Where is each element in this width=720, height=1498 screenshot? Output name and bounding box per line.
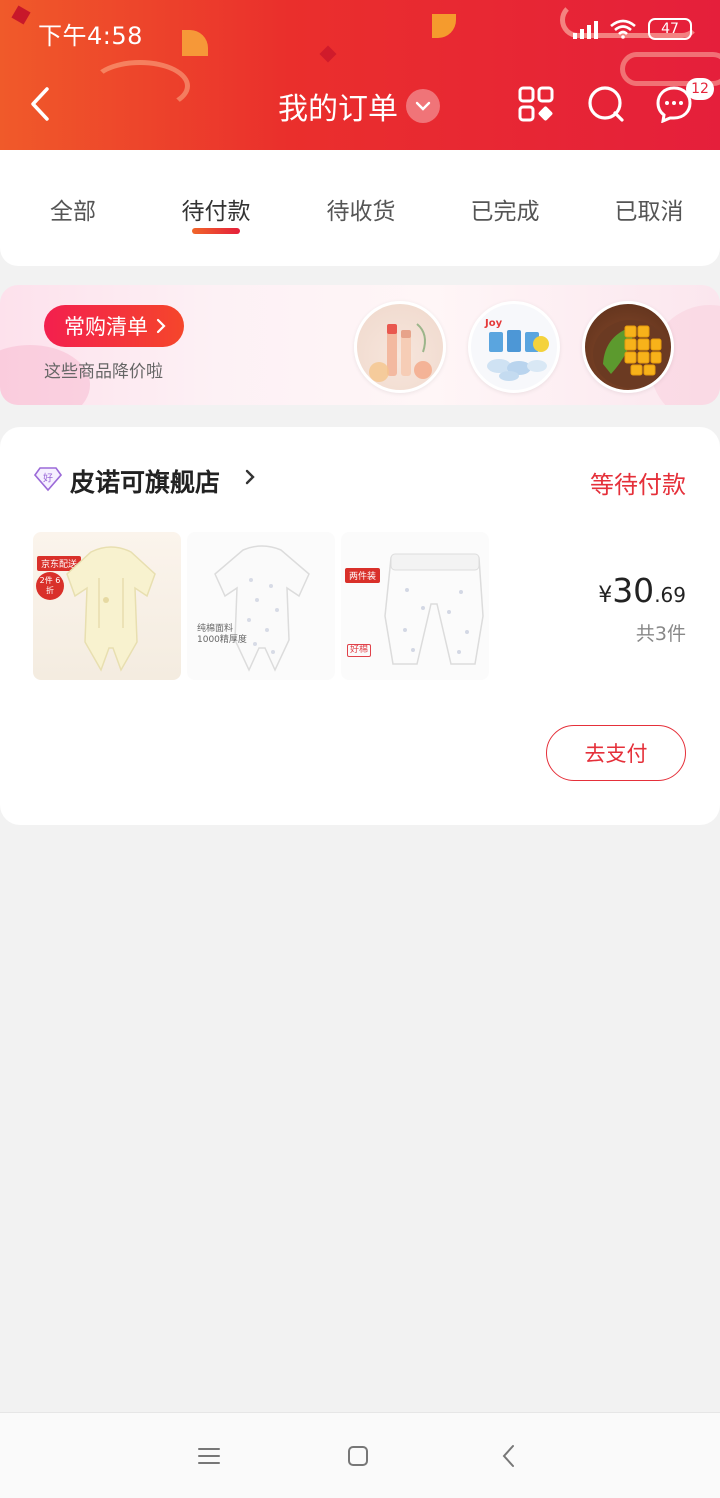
page-title: 我的订单: [278, 92, 398, 127]
frequent-list-label: 常购清单: [64, 315, 148, 339]
tab-cancelled[interactable]: 已取消: [589, 192, 709, 226]
menu-icon: [198, 1448, 220, 1464]
home-button[interactable]: [341, 1439, 375, 1473]
header-decoration: [432, 14, 456, 38]
order-status-tabs: 全部 待付款 待收货 已完成 已取消: [0, 150, 720, 266]
square-icon: [348, 1446, 368, 1466]
battery-indicator: 47: [648, 18, 692, 40]
header-decoration: [90, 60, 190, 112]
chevron-right-icon: [156, 318, 166, 334]
product-caption: 纯棉面料 1000精厚度: [197, 624, 247, 645]
quality-shop-badge-icon: 好: [34, 467, 62, 492]
product-image[interactable]: 京东配送 2件 6折: [33, 532, 181, 680]
chevron-right-icon: [245, 469, 255, 485]
product-caption: 好棉: [347, 644, 372, 657]
category-grid-button[interactable]: [516, 84, 556, 124]
recent-apps-button[interactable]: [192, 1439, 226, 1473]
header-decoration: [182, 30, 208, 56]
back-button[interactable]: [22, 84, 58, 124]
messages-button[interactable]: 12: [654, 78, 714, 124]
candy-product-thumb[interactable]: Joy: [468, 301, 560, 393]
search-icon: [588, 86, 624, 122]
product-image[interactable]: 纯棉面料 1000精厚度: [187, 532, 335, 680]
product-tag: 两件装: [345, 568, 381, 583]
status-icons: 47: [573, 18, 692, 40]
order-status: 等待付款: [590, 471, 686, 499]
baby-pants-icon: [384, 553, 484, 665]
shop-name[interactable]: 皮诺可旗舰店: [70, 463, 220, 499]
banner-subtitle: 这些商品降价啦: [44, 362, 163, 382]
system-navigation-bar: [0, 1412, 720, 1498]
tab-completed[interactable]: 已完成: [445, 192, 565, 226]
order-title-dropdown[interactable]: 我的订单: [278, 84, 440, 128]
lipstick-icon: [369, 323, 432, 382]
price-integer: 30: [612, 571, 655, 610]
top-header: 下午4:58 47 我的订单 12: [0, 0, 720, 150]
tab-pending-receipt[interactable]: 待收货: [301, 192, 421, 226]
header-decoration: [11, 5, 31, 25]
chevron-down-icon: [406, 89, 440, 123]
frequent-list-button[interactable]: 常购清单: [44, 305, 184, 347]
frequent-purchase-banner[interactable]: 常购清单 这些商品降价啦 Joy: [0, 285, 720, 405]
pay-button[interactable]: 去支付: [546, 725, 686, 781]
price-currency: ¥: [598, 583, 613, 608]
price-decimal: .69: [654, 583, 686, 607]
svg-text:Joy: Joy: [484, 318, 503, 329]
wifi-icon: [610, 19, 636, 39]
search-button[interactable]: [586, 84, 626, 124]
order-price: ¥ 30 .69: [598, 571, 686, 610]
baby-romper-icon: [214, 545, 310, 672]
baby-romper-icon: [66, 546, 156, 672]
chevron-left-icon: [31, 87, 49, 121]
tab-all[interactable]: 全部: [13, 192, 133, 226]
mango-product-thumb[interactable]: [582, 301, 674, 393]
header-decoration: [319, 45, 337, 63]
system-back-button[interactable]: [492, 1439, 526, 1473]
signal-icon: [573, 19, 598, 39]
item-count: 共3件: [635, 623, 686, 645]
product-image[interactable]: 两件装 好棉: [341, 532, 489, 680]
active-tab-indicator: [192, 228, 240, 234]
candy-icon: Joy: [484, 318, 549, 381]
tab-pending-payment[interactable]: 待付款: [156, 192, 276, 226]
chevron-left-icon: [502, 1445, 514, 1467]
lipstick-product-thumb[interactable]: [354, 301, 446, 393]
message-count-badge: 12: [686, 78, 714, 100]
status-time: 下午4:58: [38, 22, 143, 50]
grid-icon: [518, 86, 554, 122]
order-card[interactable]: 好 皮诺可旗舰店 等待付款 京东配送 2件 6折 纯棉面料 1000精厚度 两件…: [0, 427, 720, 825]
svg-text:好: 好: [43, 473, 53, 485]
